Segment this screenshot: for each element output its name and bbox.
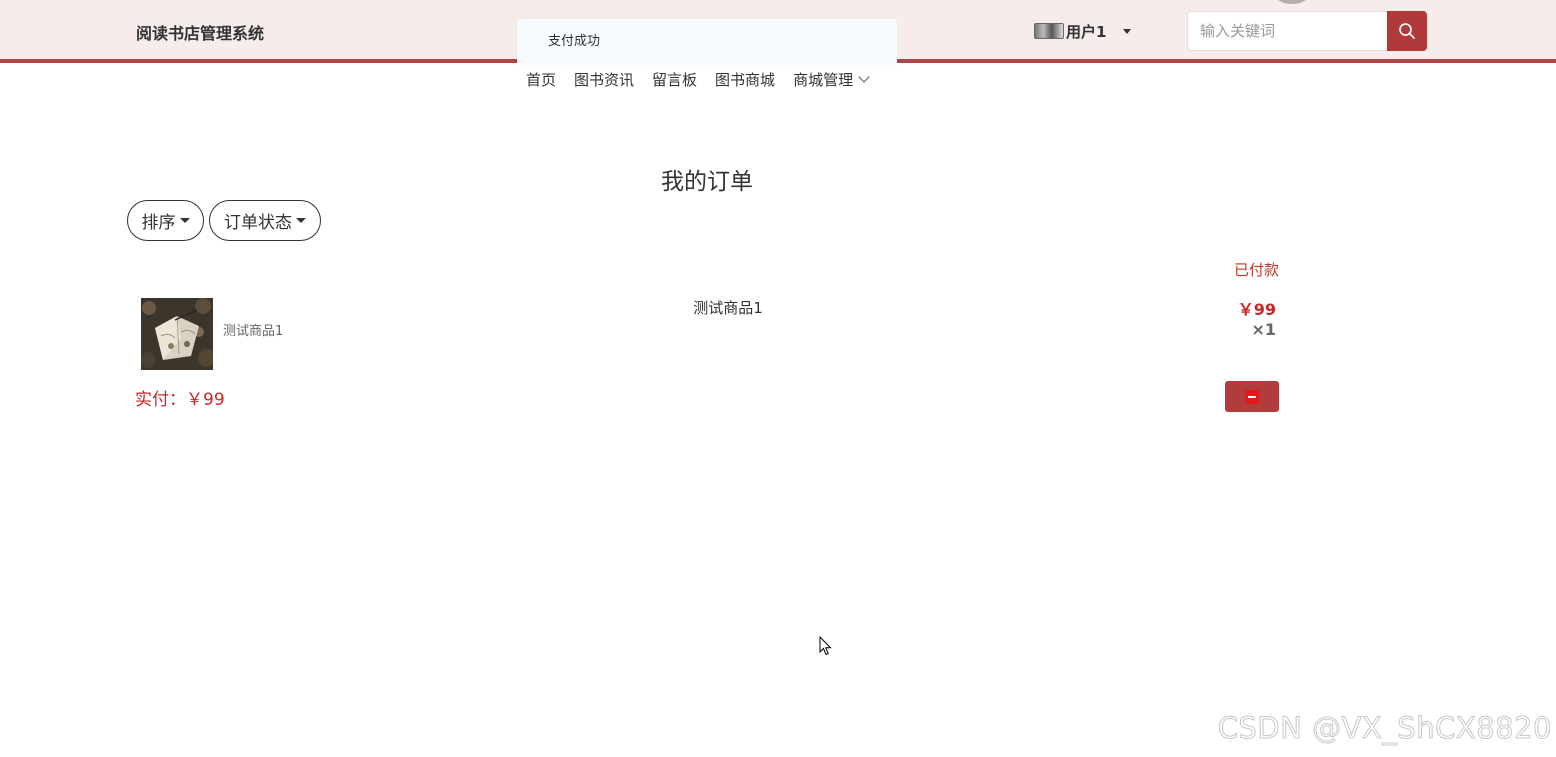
paid-amount-line: 实付：￥99 bbox=[135, 385, 225, 410]
paid-amount: ￥99 bbox=[186, 390, 225, 410]
nav-item-message-board[interactable]: 留言板 bbox=[652, 69, 697, 90]
sort-label: 排序 bbox=[141, 213, 176, 233]
nav-item-book-news[interactable]: 图书资讯 bbox=[574, 69, 634, 90]
product-title: 测试商品1 bbox=[693, 299, 763, 317]
search-button[interactable] bbox=[1387, 11, 1427, 51]
chevron-down-icon bbox=[858, 70, 870, 83]
product-quantity: ×1 bbox=[1251, 320, 1276, 339]
mouse-cursor-icon bbox=[819, 636, 832, 656]
order-status-dropdown[interactable]: 订单状态 bbox=[209, 200, 321, 241]
product-thumbnail[interactable] bbox=[141, 298, 213, 370]
product-name-small: 测试商品1 bbox=[223, 324, 284, 339]
site-title: 阅读书店管理系统 bbox=[136, 24, 265, 43]
book-photo-image bbox=[141, 298, 213, 370]
nav-item-mall-management[interactable]: 商城管理 bbox=[793, 69, 870, 90]
user-avatar bbox=[1034, 23, 1064, 39]
page-title: 我的订单 bbox=[661, 169, 753, 195]
sort-dropdown[interactable]: 排序 bbox=[127, 200, 204, 241]
order-status-label: 订单状态 bbox=[224, 213, 292, 233]
nav-item-mall-management-label: 商城管理 bbox=[793, 70, 854, 89]
delete-order-button[interactable] bbox=[1225, 381, 1279, 412]
nav-item-book-mall[interactable]: 图书商城 bbox=[715, 69, 775, 90]
minus-icon bbox=[1245, 389, 1259, 404]
caret-down-icon bbox=[1123, 28, 1132, 34]
success-toast: 支付成功 bbox=[517, 19, 897, 65]
search-input[interactable] bbox=[1187, 11, 1387, 51]
product-price: ￥99 bbox=[1237, 300, 1276, 319]
user-menu[interactable]: 用户1 bbox=[1034, 20, 1132, 42]
nav-item-home[interactable]: 首页 bbox=[526, 69, 556, 90]
search-icon bbox=[1399, 23, 1415, 39]
main-nav: 首页 图书资讯 留言板 图书商城 商城管理 bbox=[526, 68, 870, 90]
order-status-badge: 已付款 bbox=[1233, 261, 1279, 279]
avatar-edge bbox=[1277, 0, 1307, 4]
paid-label: 实付： bbox=[135, 390, 186, 410]
caret-down-icon bbox=[296, 218, 306, 223]
caret-down-icon bbox=[179, 218, 190, 223]
watermark: CSDN @VX_ShCX8820 bbox=[1217, 711, 1552, 746]
user-name: 用户1 bbox=[1066, 22, 1107, 41]
